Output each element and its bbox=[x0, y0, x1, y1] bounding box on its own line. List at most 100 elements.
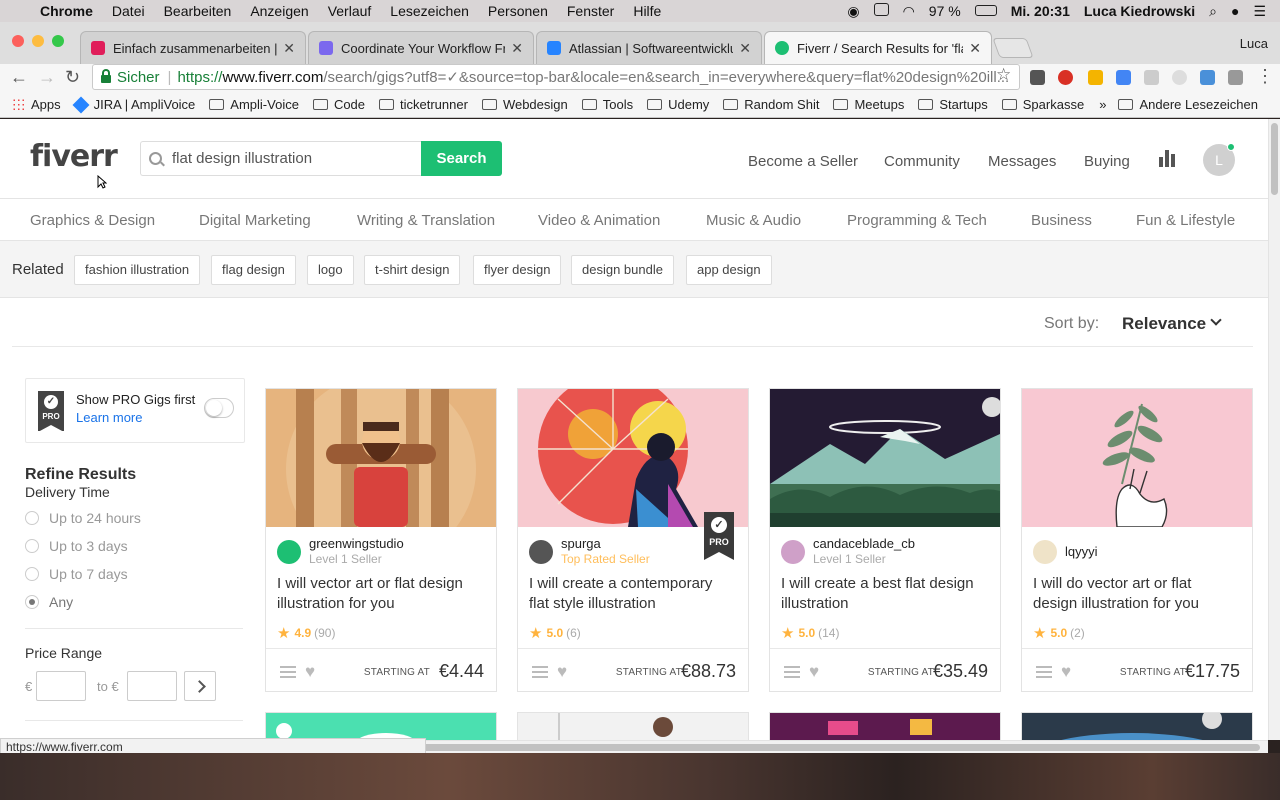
minimize-window-button[interactable] bbox=[32, 35, 44, 47]
tab-slack[interactable]: Einfach zusammenarbeiten | Sl ✕ bbox=[80, 31, 306, 64]
analytics-bars-icon[interactable] bbox=[1159, 150, 1175, 167]
close-window-button[interactable] bbox=[12, 35, 24, 47]
profile-name[interactable]: Luca bbox=[1240, 36, 1268, 51]
back-arrow-icon[interactable]: ← bbox=[10, 67, 28, 88]
menu-item-datei[interactable]: Datei bbox=[112, 3, 145, 19]
notification-center-icon[interactable]: ☰ bbox=[1253, 3, 1266, 20]
related-chip[interactable]: fashion illustration bbox=[74, 255, 201, 285]
seller-avatar[interactable] bbox=[781, 540, 805, 564]
heart-icon[interactable]: ♥ bbox=[305, 662, 315, 682]
menu-app-name[interactable]: Chrome bbox=[40, 3, 93, 19]
bookmarks-overflow-button[interactable]: » bbox=[1099, 97, 1106, 112]
menu-item-hilfe[interactable]: Hilfe bbox=[633, 3, 661, 19]
gig-card-partial[interactable] bbox=[1021, 712, 1253, 740]
radio-button[interactable] bbox=[25, 567, 39, 581]
pro-gigs-toggle[interactable] bbox=[204, 398, 234, 418]
gig-thumbnail[interactable] bbox=[1022, 389, 1252, 527]
menu-item-lesezeichen[interactable]: Lesezeichen bbox=[390, 3, 469, 19]
gig-thumbnail[interactable] bbox=[770, 389, 1000, 527]
nav-messages[interactable]: Messages bbox=[988, 153, 1056, 170]
menu-item-fenster[interactable]: Fenster bbox=[567, 3, 614, 19]
display-icon[interactable] bbox=[873, 3, 889, 19]
category-programming-tech[interactable]: Programming & Tech bbox=[847, 212, 987, 229]
reload-icon[interactable]: ↻ bbox=[65, 67, 80, 88]
related-chip[interactable]: flag design bbox=[211, 255, 296, 285]
tab-fiverr[interactable]: Fiverr / Search Results for 'flat ✕ bbox=[764, 31, 992, 64]
related-chip[interactable]: flyer design bbox=[473, 255, 562, 285]
bookmark-folder-other[interactable]: Andere Lesezeichen bbox=[1118, 97, 1258, 112]
seller-avatar[interactable] bbox=[277, 540, 301, 564]
gig-card[interactable]: lqyyyi I will do vector art or flat desi… bbox=[1021, 388, 1253, 692]
gig-card-partial[interactable] bbox=[517, 712, 749, 740]
nav-become-seller[interactable]: Become a Seller bbox=[748, 153, 858, 170]
gig-title[interactable]: I will do vector art or flat design illu… bbox=[1033, 574, 1238, 614]
menu-item-verlauf[interactable]: Verlauf bbox=[328, 3, 372, 19]
close-tab-icon[interactable]: ✕ bbox=[969, 40, 981, 57]
gig-thumbnail[interactable] bbox=[266, 389, 496, 527]
delivery-option-24h[interactable]: Up to 24 hours bbox=[25, 510, 141, 526]
bookmark-star-icon[interactable]: ☆ bbox=[996, 65, 1011, 85]
delivery-option-any[interactable]: Any bbox=[25, 594, 73, 610]
extension-icon[interactable] bbox=[1116, 70, 1131, 85]
gig-card[interactable]: greenwingstudio Level 1 Seller I will ve… bbox=[265, 388, 497, 692]
seller-name[interactable]: candaceblade_cb bbox=[813, 536, 915, 551]
heart-icon[interactable]: ♥ bbox=[809, 662, 819, 682]
heart-icon[interactable]: ♥ bbox=[557, 662, 567, 682]
nav-community[interactable]: Community bbox=[884, 153, 960, 170]
radio-button[interactable] bbox=[25, 595, 39, 609]
tab-atlassian[interactable]: Atlassian | Softwareentwicklun ✕ bbox=[536, 31, 762, 64]
price-min-input[interactable] bbox=[36, 671, 86, 701]
related-chip[interactable]: logo bbox=[307, 255, 354, 285]
seller-avatar[interactable] bbox=[529, 540, 553, 564]
seller-name[interactable]: lqyyyi bbox=[1065, 544, 1098, 559]
collections-menu-icon[interactable] bbox=[532, 666, 548, 678]
bookmark-folder-code[interactable]: Code bbox=[312, 97, 365, 112]
collections-menu-icon[interactable] bbox=[280, 666, 296, 678]
delivery-option-3-days[interactable]: Up to 3 days bbox=[25, 538, 128, 554]
gig-title[interactable]: I will vector art or flat design illustr… bbox=[277, 574, 482, 614]
extension-icon[interactable] bbox=[1144, 70, 1159, 85]
extension-icon[interactable] bbox=[1058, 70, 1073, 85]
gig-thumbnail[interactable] bbox=[518, 389, 748, 527]
category-music-audio[interactable]: Music & Audio bbox=[706, 212, 801, 229]
fiverr-logo[interactable]: fiverr bbox=[30, 139, 118, 174]
cast-icon[interactable] bbox=[1228, 70, 1243, 85]
seller-avatar[interactable] bbox=[1033, 540, 1057, 564]
forward-arrow-icon[interactable]: → bbox=[38, 67, 56, 88]
category-graphics-design[interactable]: Graphics & Design bbox=[30, 212, 155, 229]
sort-dropdown[interactable]: Relevance bbox=[1122, 314, 1206, 334]
gig-title[interactable]: I will create a contemporary flat style … bbox=[529, 574, 734, 614]
scrollbar-thumb[interactable] bbox=[1271, 123, 1278, 195]
extension-icon[interactable] bbox=[1088, 70, 1103, 85]
nav-buying[interactable]: Buying bbox=[1084, 153, 1130, 170]
menu-item-bearbeiten[interactable]: Bearbeiten bbox=[164, 3, 232, 19]
learn-more-link[interactable]: Learn more bbox=[76, 410, 142, 425]
siri-icon[interactable]: ● bbox=[1231, 3, 1239, 19]
clock[interactable]: Mi. 20:31 bbox=[1011, 3, 1070, 19]
gig-card-partial[interactable] bbox=[769, 712, 1001, 740]
user-name[interactable]: Luca Kiedrowski bbox=[1084, 3, 1195, 19]
seller-name[interactable]: spurga bbox=[561, 536, 601, 551]
heart-icon[interactable]: ♥ bbox=[1061, 662, 1071, 682]
category-digital-marketing[interactable]: Digital Marketing bbox=[199, 212, 311, 229]
chrome-menu-icon[interactable]: ⋮ bbox=[1256, 66, 1274, 87]
bookmark-folder-ampli-voice[interactable]: Ampli-Voice bbox=[209, 97, 299, 112]
price-apply-button[interactable] bbox=[184, 671, 216, 701]
radio-button[interactable] bbox=[25, 539, 39, 553]
battery-percent[interactable]: 97 % bbox=[929, 3, 961, 19]
collections-menu-icon[interactable] bbox=[1036, 666, 1052, 678]
related-chip[interactable]: design bundle bbox=[571, 255, 674, 285]
wifi-icon[interactable]: ◠ bbox=[903, 3, 915, 20]
bookmark-folder-startups[interactable]: Startups bbox=[918, 97, 988, 112]
bookmark-apps[interactable]: Apps bbox=[12, 97, 61, 112]
category-video-animation[interactable]: Video & Animation bbox=[538, 212, 660, 229]
category-writing-translation[interactable]: Writing & Translation bbox=[357, 212, 495, 229]
chevron-down-icon[interactable] bbox=[1210, 314, 1222, 326]
delivery-option-7-days[interactable]: Up to 7 days bbox=[25, 566, 128, 582]
bookmark-folder-tools[interactable]: Tools bbox=[581, 97, 633, 112]
gig-card[interactable]: ✓ PRO spurga Top Rated Seller I will cre… bbox=[517, 388, 749, 692]
search-input[interactable] bbox=[172, 150, 412, 167]
bookmark-folder-meetups[interactable]: Meetups bbox=[833, 97, 904, 112]
address-bar[interactable]: Sicher | https:// www.fiverr.com /search… bbox=[92, 64, 1020, 90]
gig-title[interactable]: I will create a best flat design illustr… bbox=[781, 574, 986, 614]
